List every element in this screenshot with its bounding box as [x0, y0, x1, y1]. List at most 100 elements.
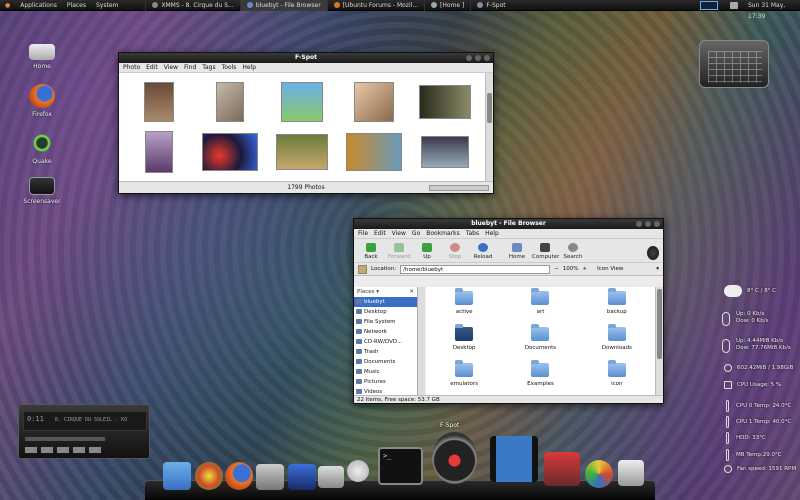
maximize-icon[interactable]	[645, 221, 651, 227]
menu-view[interactable]: View	[392, 230, 406, 237]
photo-thumbnail[interactable]	[275, 134, 328, 170]
previous-icon[interactable]	[25, 447, 37, 453]
menu-photo[interactable]: Photo	[123, 64, 140, 71]
task-home[interactable]: [Home ]	[424, 0, 470, 11]
file-item[interactable]: active	[426, 287, 502, 323]
home-button[interactable]: Home	[504, 243, 530, 260]
file-item[interactable]: emulators	[426, 359, 502, 395]
sidebar-scrollbar[interactable]	[418, 287, 425, 395]
photo-thumbnail[interactable]	[144, 131, 173, 173]
settings-icon[interactable]	[256, 464, 284, 490]
menu-bookmarks[interactable]: Bookmarks	[426, 230, 460, 237]
close-sidebar-icon[interactable]: ✕	[409, 289, 414, 295]
menu-go[interactable]: Go	[412, 230, 420, 237]
menu-help[interactable]: Help	[485, 230, 499, 237]
task-firefox[interactable]: [Ubuntu Forums - Mozil...	[326, 0, 424, 11]
menu-tabs[interactable]: Tabs	[466, 230, 479, 237]
menu-file[interactable]: File	[358, 230, 368, 237]
file-item[interactable]: icon	[579, 359, 655, 395]
task-xmms[interactable]: XMMS - 8. Cirque du S...	[145, 0, 239, 11]
sidebar-item-documents[interactable]: Documents	[354, 357, 417, 367]
photo-thumbnail[interactable]	[419, 85, 472, 119]
view-mode-select[interactable]: Icon View	[597, 266, 623, 272]
firefox-icon[interactable]	[225, 462, 253, 490]
menu-help[interactable]: Help	[242, 64, 256, 71]
back-button[interactable]: Back	[358, 243, 384, 260]
sidebar-item-file-system[interactable]: File System	[354, 317, 417, 327]
file-browser-titlebar[interactable]: bluebyt - File Browser	[354, 219, 663, 229]
music-icon[interactable]	[288, 464, 316, 490]
fspot-lens-icon[interactable]	[432, 432, 477, 484]
photo-thumbnail[interactable]	[202, 133, 259, 171]
seek-bar[interactable]	[25, 437, 105, 441]
fspot-titlebar[interactable]: F-Spot	[119, 53, 493, 63]
photo-thumbnail[interactable]	[345, 133, 402, 171]
forward-button[interactable]: Forward	[386, 243, 412, 260]
stop-icon[interactable]	[73, 447, 85, 453]
zoom-slider[interactable]	[429, 185, 489, 191]
edit-location-icon[interactable]	[358, 264, 367, 274]
clock[interactable]: Sun 31 May, 17:39	[748, 0, 800, 22]
menu-applications[interactable]: Applications	[15, 2, 62, 9]
search-icon[interactable]	[347, 460, 369, 482]
finder-icon[interactable]	[163, 462, 191, 490]
photo-thumbnail[interactable]	[280, 82, 323, 122]
file-item[interactable]: Downloads	[579, 323, 655, 359]
sidebar-item-music[interactable]: Music	[354, 367, 417, 377]
task-fspot[interactable]: F-Spot	[470, 0, 511, 11]
volume-icon[interactable]	[730, 2, 738, 9]
photo-thumbnail[interactable]	[421, 136, 470, 168]
close-icon[interactable]	[654, 221, 660, 227]
sidebar-item-cdrw[interactable]: CD-RW/DVD...	[354, 337, 417, 347]
menu-find[interactable]: Find	[184, 64, 196, 71]
photo-thumbnail[interactable]	[216, 82, 245, 122]
file-item[interactable]: Documents	[502, 323, 578, 359]
desktop-icon-firefox[interactable]: Firefox	[22, 84, 62, 118]
pause-icon[interactable]	[57, 447, 69, 453]
calendar-widget[interactable]	[699, 40, 769, 88]
photo-thumbnail[interactable]	[143, 82, 174, 122]
search-button[interactable]: Search	[560, 243, 586, 260]
zoom-out-icon[interactable]: −	[554, 266, 559, 272]
places-header[interactable]: Places ▾ ✕	[354, 287, 417, 297]
camera-icon[interactable]	[318, 466, 344, 488]
zoom-in-icon[interactable]: +	[582, 266, 587, 272]
photo-thumbnail[interactable]	[353, 82, 394, 122]
chat-icon[interactable]	[195, 462, 223, 490]
sidebar-item-pictures[interactable]: Pictures	[354, 377, 417, 387]
reload-button[interactable]: Reload	[470, 243, 496, 260]
task-file-browser[interactable]: bluebyt - File Browser	[239, 0, 327, 11]
file-item[interactable]: Desktop	[426, 323, 502, 359]
chevron-down-icon[interactable]: ▾	[656, 266, 659, 272]
computer-button[interactable]: Computer	[532, 243, 559, 260]
zoom-level[interactable]: 100%	[563, 266, 579, 272]
sidebar-item-desktop[interactable]: Desktop	[354, 307, 417, 317]
terminal-icon[interactable]: >_	[378, 447, 423, 485]
cd-icon[interactable]	[585, 460, 613, 488]
menu-tools[interactable]: Tools	[222, 64, 237, 71]
menu-edit[interactable]: Edit	[374, 230, 386, 237]
menu-tags[interactable]: Tags	[202, 64, 215, 71]
file-grid-scrollbar[interactable]	[655, 287, 663, 395]
desktop-icon-home[interactable]: Home	[22, 40, 62, 70]
sidebar-item-trash[interactable]: Trash	[354, 347, 417, 357]
sidebar-item-bluebyt[interactable]: bluebyt	[354, 297, 417, 307]
video-player-icon[interactable]	[490, 436, 538, 482]
file-item[interactable]: Examples	[502, 359, 578, 395]
minimize-icon[interactable]	[636, 221, 642, 227]
photos-icon[interactable]	[618, 460, 644, 486]
stop-button[interactable]: Stop	[442, 243, 468, 260]
image-viewer-icon[interactable]	[544, 452, 580, 486]
next-icon[interactable]	[89, 447, 101, 453]
workspace-switcher[interactable]	[700, 1, 718, 10]
ubuntu-logo-icon[interactable]: ●	[0, 2, 15, 9]
menu-places[interactable]: Places	[62, 2, 91, 9]
maximize-icon[interactable]	[475, 55, 481, 61]
up-button[interactable]: Up	[414, 243, 440, 260]
file-item[interactable]: backup	[579, 287, 655, 323]
desktop-icon-screensaver[interactable]: Screensaver	[22, 177, 62, 205]
menu-view[interactable]: View	[164, 64, 178, 71]
sidebar-item-network[interactable]: Network	[354, 327, 417, 337]
menu-edit[interactable]: Edit	[146, 64, 158, 71]
desktop-icon-quake[interactable]: Quake	[22, 131, 62, 165]
